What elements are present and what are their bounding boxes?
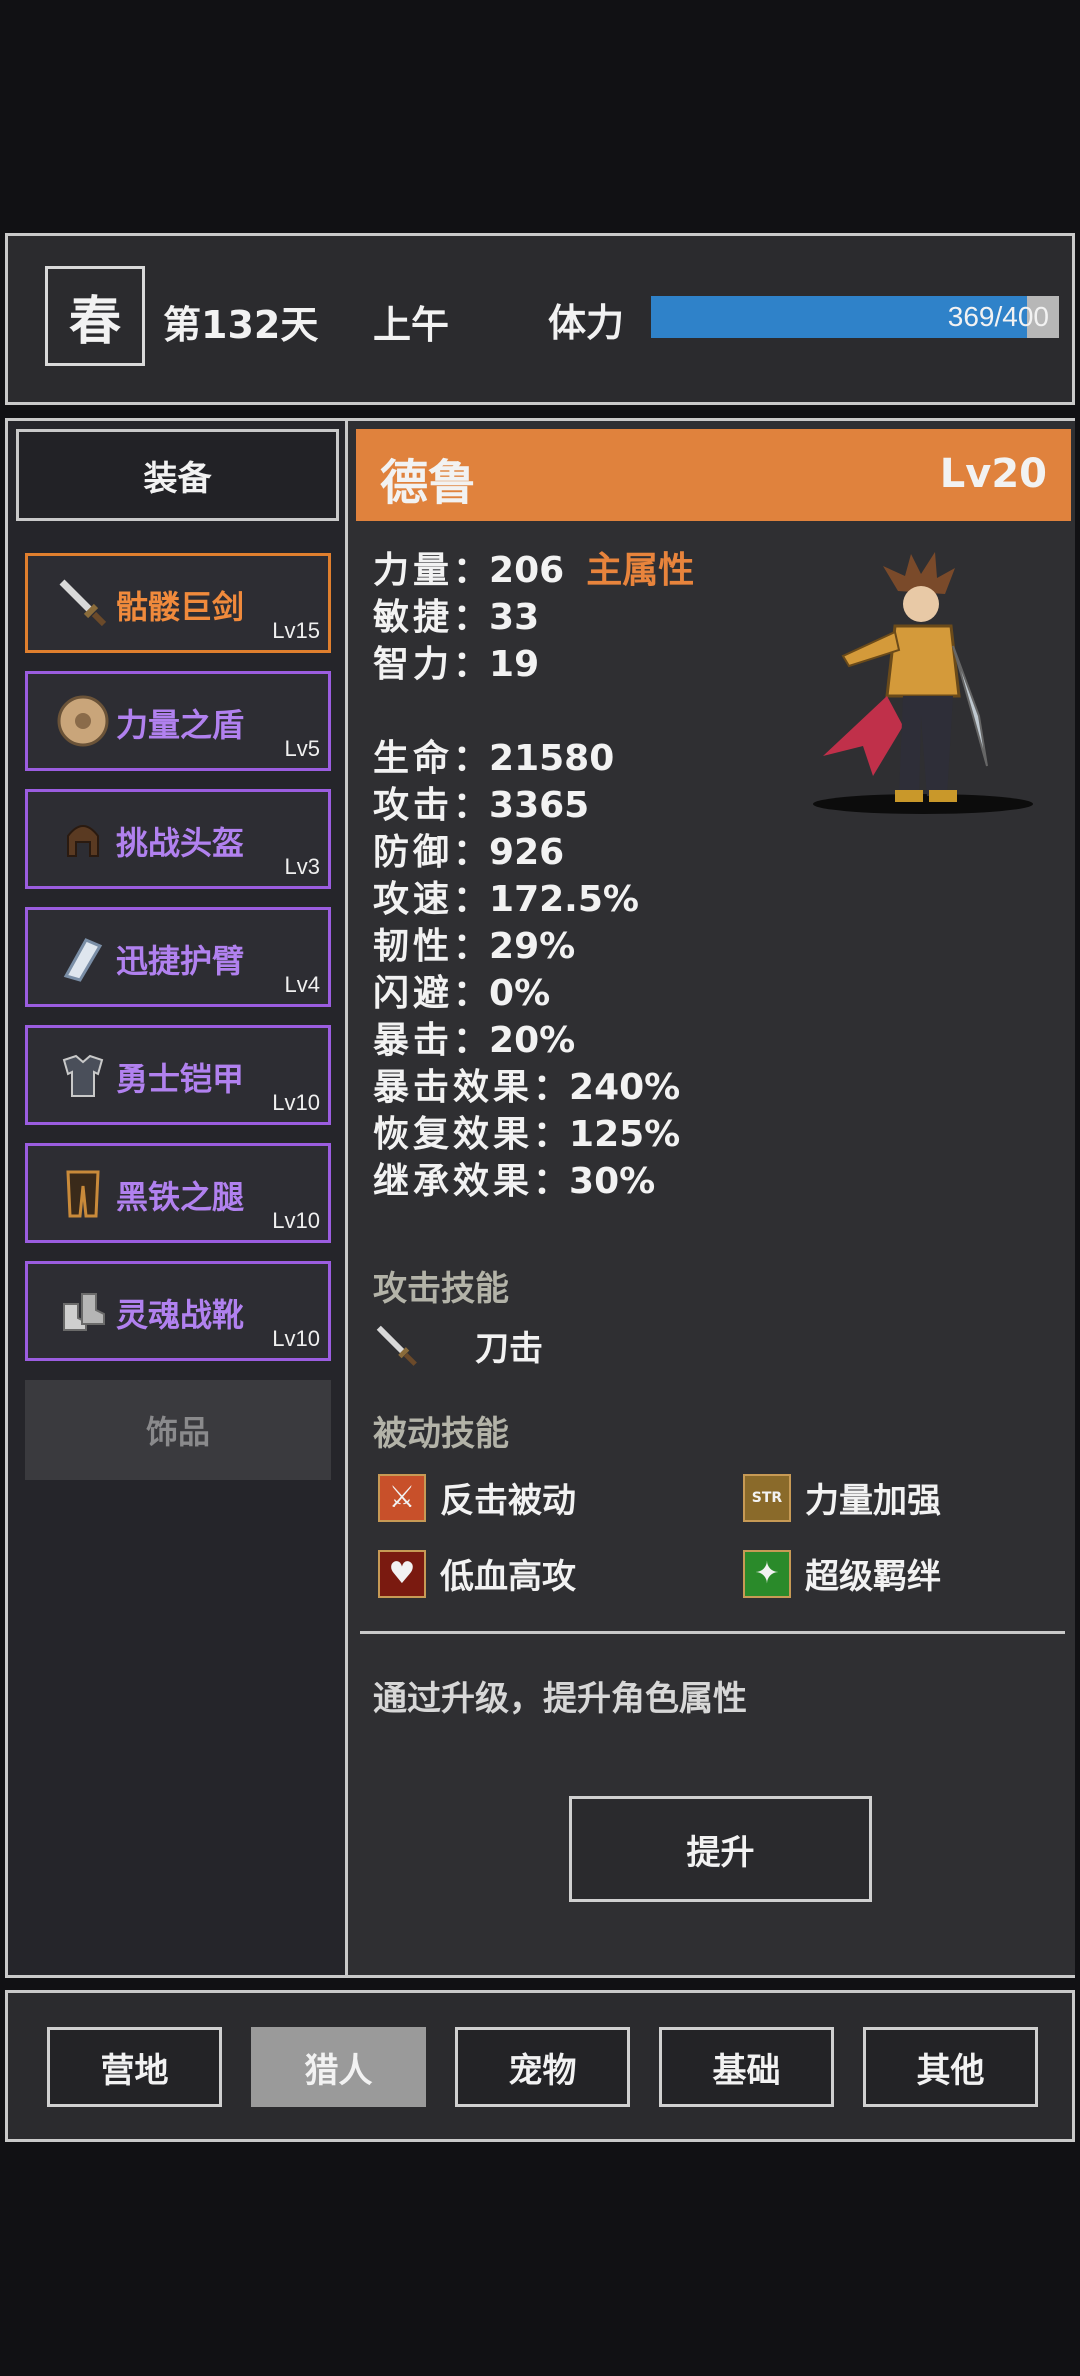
boots-icon [54,1282,112,1340]
low-hp-skill-icon: ♥ [378,1549,426,1598]
equip-name: 骷髅巨剑 [116,588,245,626]
stamina-value: 369/400 [947,301,1049,332]
passive-skill-low-hp[interactable]: ♥ 低血高攻 [378,1549,576,1598]
hunter-panel: 装备 骷髅巨剑 Lv15 力量之盾 Lv5 挑战头盔 Lv3 迅捷护臂 Lv4 … [5,418,1075,1978]
character-level: Lv20 [939,451,1047,497]
tab-basics[interactable]: 基础 [659,2027,834,2107]
character-name: 德鲁 [380,455,477,511]
equip-name: 勇士铠甲 [116,1060,245,1098]
bond-skill-icon: ✦ [743,1549,791,1598]
upgrade-button[interactable]: 提升 [569,1796,872,1902]
upgrade-hint: 通过升级，提升角色属性 [373,1679,747,1719]
equip-level: Lv3 [284,854,320,879]
stat-hp: 生命：21580 [373,738,615,779]
equip-name: 力量之盾 [116,706,245,744]
bracer-icon [54,928,112,986]
day-counter: 第132天 [163,303,319,347]
tab-hunter[interactable]: 猎人 [251,2027,426,2107]
equip-name: 灵魂战靴 [116,1296,245,1334]
stat-toughness: 韧性：29% [373,926,576,967]
equip-level: Lv15 [272,618,320,643]
hero-sprite [803,546,1043,816]
equip-slot-bracer[interactable]: 迅捷护臂 Lv4 [25,907,331,1007]
equip-slot-shield[interactable]: 力量之盾 Lv5 [25,671,331,771]
tab-camp[interactable]: 营地 [47,2027,222,2107]
shield-icon [54,692,112,750]
sword-icon [54,574,112,632]
equip-level: Lv10 [272,1090,320,1115]
character-header: 德鲁 Lv20 [356,429,1071,521]
leg-armor-icon [54,1164,112,1222]
equip-name: 黑铁之腿 [116,1178,245,1216]
main-attribute-tag: 主属性 [586,550,695,591]
equip-slot-boots[interactable]: 灵魂战靴 Lv10 [25,1261,331,1361]
bottom-nav: 营地 猎人 宠物 基础 其他 [5,1990,1075,2142]
stat-dodge: 闪避：0% [373,973,551,1014]
stat-attack-speed: 攻速：172.5% [373,879,639,920]
stat-crit: 暴击：20% [373,1020,576,1061]
equip-slot-armor[interactable]: 勇士铠甲 Lv10 [25,1025,331,1125]
equip-slot-weapon[interactable]: 骷髅巨剑 Lv15 [25,553,331,653]
passive-skill-strength[interactable]: STR 力量加强 [743,1473,941,1522]
equip-level: Lv10 [272,1208,320,1233]
armor-icon [54,1046,112,1104]
attack-skill-name: 刀击 [475,1329,543,1369]
passive-skill-counter[interactable]: ⚔ 反击被动 [378,1473,576,1522]
strength-skill-icon: STR [743,1473,791,1522]
stat-agility: 敏捷：33 [373,597,540,638]
equip-slot-helmet[interactable]: 挑战头盔 Lv3 [25,789,331,889]
equipment-column: 装备 骷髅巨剑 Lv15 力量之盾 Lv5 挑战头盔 Lv3 迅捷护臂 Lv4 … [8,421,345,1975]
divider [360,1631,1065,1634]
stat-attack: 攻击：3365 [373,785,590,826]
equipment-title[interactable]: 装备 [16,429,339,521]
equip-level: Lv10 [272,1326,320,1351]
status-bar: 春 第132天 上午 体力 369/400 [5,233,1075,405]
attack-skill[interactable]: 刀击 [373,1321,543,1370]
equip-level: Lv5 [284,736,320,761]
equip-name: 挑战头盔 [116,824,245,862]
equip-slot-legs[interactable]: 黑铁之腿 Lv10 [25,1143,331,1243]
stat-recovery-effect: 恢复效果：125% [373,1114,681,1155]
counter-skill-icon: ⚔ [378,1473,426,1522]
passive-skill-bond[interactable]: ✦ 超级羁绊 [743,1549,941,1598]
stat-defense: 防御：926 [373,832,565,873]
stat-strength: 力量：206 主属性 [373,550,695,591]
tab-pets[interactable]: 宠物 [455,2027,630,2107]
stamina-label: 体力 [548,301,625,345]
season-badge: 春 [45,266,145,366]
stat-crit-effect: 暴击效果：240% [373,1067,681,1108]
time-of-day: 上午 [373,303,450,347]
stat-inherit-effect: 继承效果：30% [373,1161,656,1202]
accessory-slot[interactable]: 饰品 [25,1380,331,1480]
stat-intelligence: 智力：19 [373,644,540,685]
sword-icon [373,1322,421,1370]
equip-level: Lv4 [284,972,320,997]
character-column: 德鲁 Lv20 力量：206 主属性 敏捷：33 智力：19 生命：21580 攻… [345,421,1075,1975]
helmet-icon [54,810,112,868]
attack-skill-title: 攻击技能 [373,1269,509,1309]
tab-other[interactable]: 其他 [863,2027,1038,2107]
passive-skill-title: 被动技能 [373,1414,509,1454]
equip-name: 迅捷护臂 [116,942,245,980]
stamina-bar: 369/400 [651,296,1059,338]
